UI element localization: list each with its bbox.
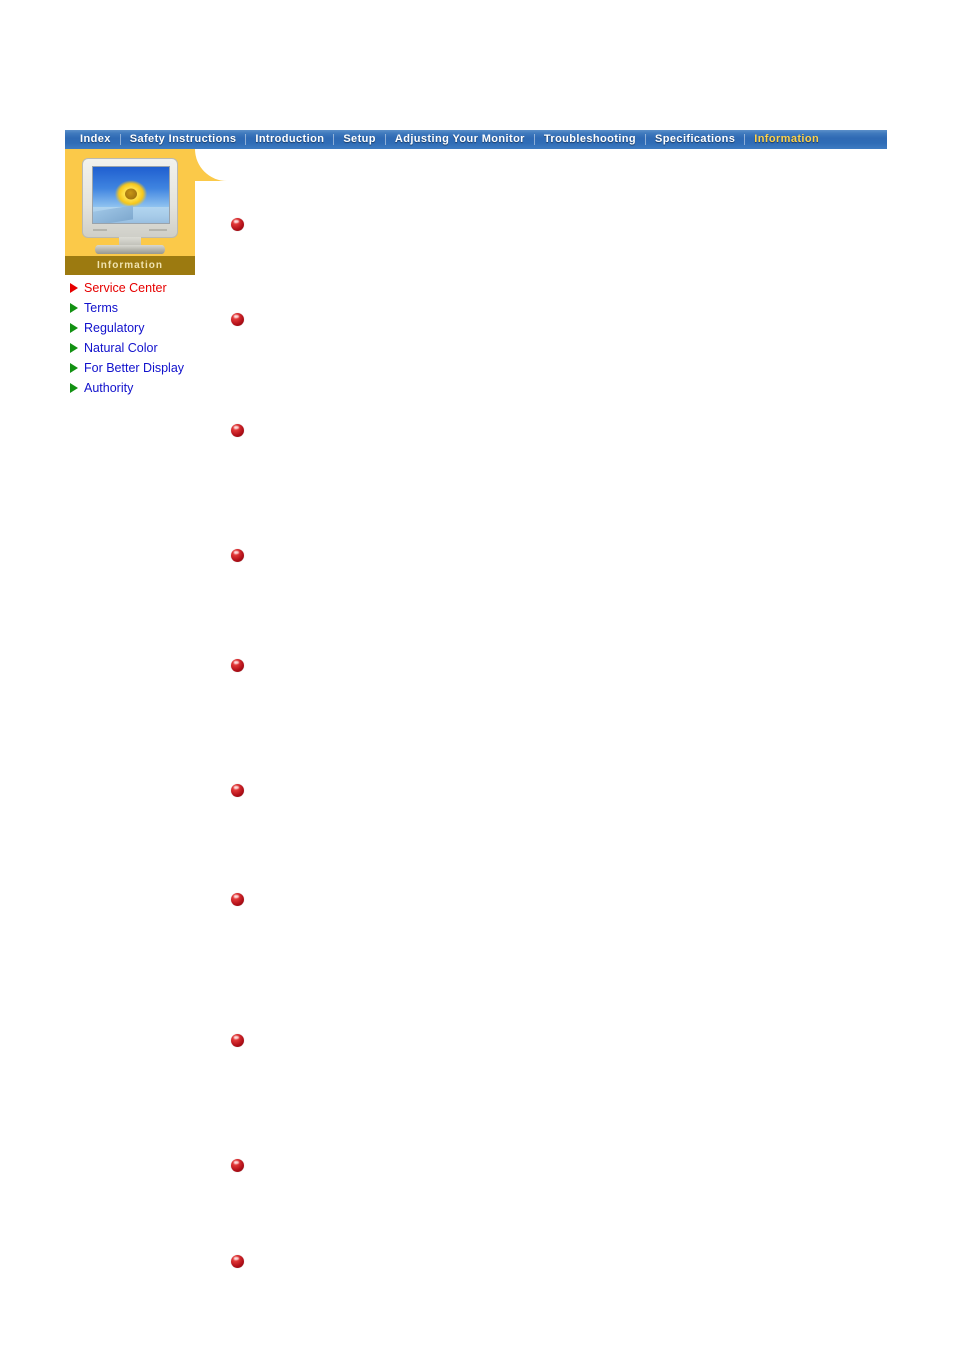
main-content-area	[0, 0, 954, 1351]
content-bullet	[231, 1159, 244, 1172]
content-bullet	[231, 549, 244, 562]
content-bullet	[231, 313, 244, 326]
content-bullet	[231, 784, 244, 797]
content-bullet	[231, 1255, 244, 1268]
content-bullet	[231, 1034, 244, 1047]
content-bullet	[231, 424, 244, 437]
content-bullet	[231, 218, 244, 231]
content-bullet	[231, 659, 244, 672]
content-bullet	[231, 893, 244, 906]
